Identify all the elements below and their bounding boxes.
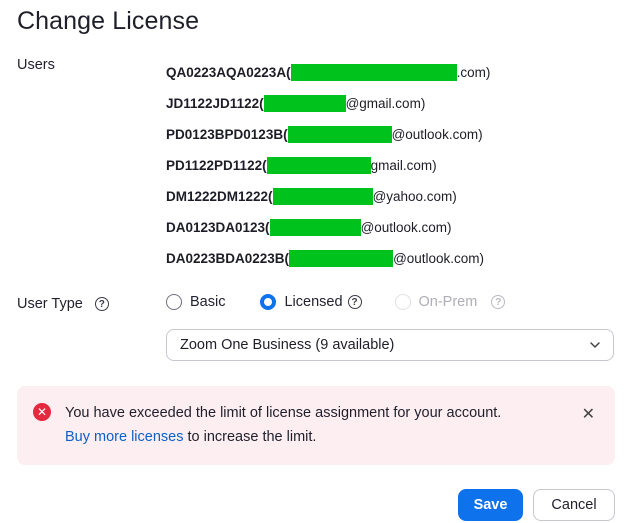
user-email-suffix: .com) <box>456 65 491 80</box>
buy-more-licenses-link[interactable]: Buy more licenses <box>65 429 183 445</box>
user-row: DA0123DA0123( @outlook.com) <box>166 212 490 243</box>
user-email-suffix: @outlook.com) <box>393 251 485 266</box>
user-email-suffix: @yahoo.com) <box>372 189 457 204</box>
user-id: PD1122PD1122( <box>166 158 267 173</box>
user-row: DA0223BDA0223B( @outlook.com) <box>166 243 490 274</box>
radio-basic-label: Basic <box>190 294 226 310</box>
user-id: QA0223AQA0223A( <box>166 65 291 80</box>
chevron-down-icon <box>589 339 601 355</box>
user-type-radio-group: Basic Licensed ? On-Prem ? <box>166 294 506 310</box>
user-row: JD1122JD1122( @gmail.com) <box>166 88 490 119</box>
user-email-suffix: @gmail.com) <box>345 96 426 111</box>
redacted-email <box>272 188 373 205</box>
radio-on-prem-label: On-Prem <box>418 294 478 310</box>
user-id: JD1122JD1122( <box>166 96 264 111</box>
user-id: PD0123BPD0123B( <box>166 127 288 142</box>
user-row: QA0223AQA0223A( .com) <box>166 57 490 88</box>
redacted-email <box>269 219 361 236</box>
radio-circle-checked[interactable] <box>260 294 277 310</box>
users-label: Users <box>17 57 55 73</box>
help-icon[interactable]: ? <box>347 295 362 309</box>
user-id: DM1222DM1222( <box>166 189 273 204</box>
user-email-suffix: @outlook.com) <box>391 127 483 142</box>
redacted-email <box>290 64 457 81</box>
alert-suffix: to increase the limit. <box>183 429 317 445</box>
user-row: PD1122PD1122( gmail.com) <box>166 150 490 181</box>
radio-basic[interactable]: Basic <box>166 294 225 310</box>
user-id: DA0223BDA0223B( <box>166 251 290 266</box>
close-icon[interactable]: ✕ <box>582 404 595 424</box>
radio-circle-unchecked[interactable] <box>166 294 182 310</box>
save-button[interactable]: Save <box>458 489 523 521</box>
radio-licensed-label: Licensed <box>284 294 343 310</box>
select-value: Zoom One Business (9 available) <box>180 337 395 353</box>
user-row: DM1222DM1222( @yahoo.com) <box>166 181 490 212</box>
user-id: DA0123DA0123( <box>166 220 270 235</box>
user-email-suffix: @outlook.com) <box>360 220 452 235</box>
license-plan-select[interactable]: Zoom One Business (9 available) <box>166 329 614 361</box>
error-alert: ✕ You have exceeded the limit of license… <box>17 386 615 465</box>
radio-licensed[interactable]: Licensed ? <box>260 294 362 310</box>
dialog-title: Change License <box>17 7 200 35</box>
error-icon: ✕ <box>33 403 51 421</box>
cancel-button[interactable]: Cancel <box>533 489 615 521</box>
radio-on-prem: On-Prem ? <box>394 294 506 310</box>
redacted-email <box>266 157 371 174</box>
user-row: PD0123BPD0123B( @outlook.com) <box>166 119 490 150</box>
redacted-email <box>263 95 346 112</box>
alert-second-line: Buy more licenses to increase the limit. <box>65 429 316 445</box>
alert-message: You have exceeded the limit of license a… <box>65 405 502 421</box>
radio-circle-disabled <box>394 294 411 310</box>
redacted-email <box>289 250 394 267</box>
redacted-email <box>287 126 392 143</box>
help-icon[interactable]: ? <box>94 297 109 311</box>
help-icon: ? <box>491 295 506 309</box>
user-type-label: User Type <box>17 296 83 312</box>
user-type-label-group: User Type ? <box>17 296 109 312</box>
users-list: QA0223AQA0223A( .com) JD1122JD1122( @gma… <box>166 57 490 274</box>
user-email-suffix: gmail.com) <box>370 158 437 173</box>
